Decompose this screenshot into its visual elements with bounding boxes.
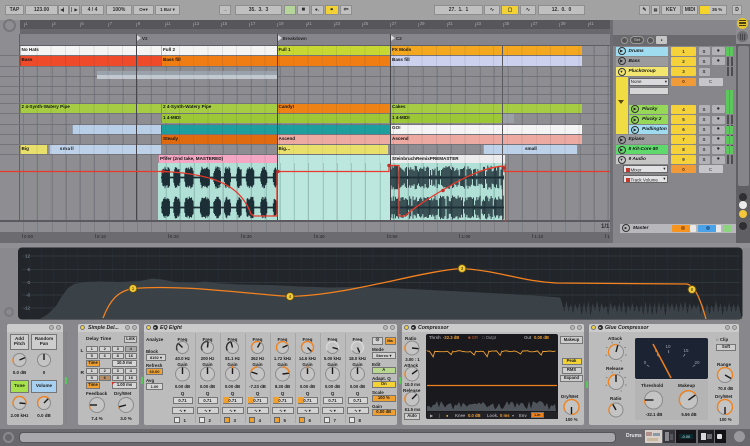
svg-text:20: 20 <box>694 360 700 365</box>
svg-text:10: 10 <box>665 344 671 349</box>
svg-text:0: 0 <box>644 360 647 365</box>
svg-text:15: 15 <box>683 348 689 353</box>
